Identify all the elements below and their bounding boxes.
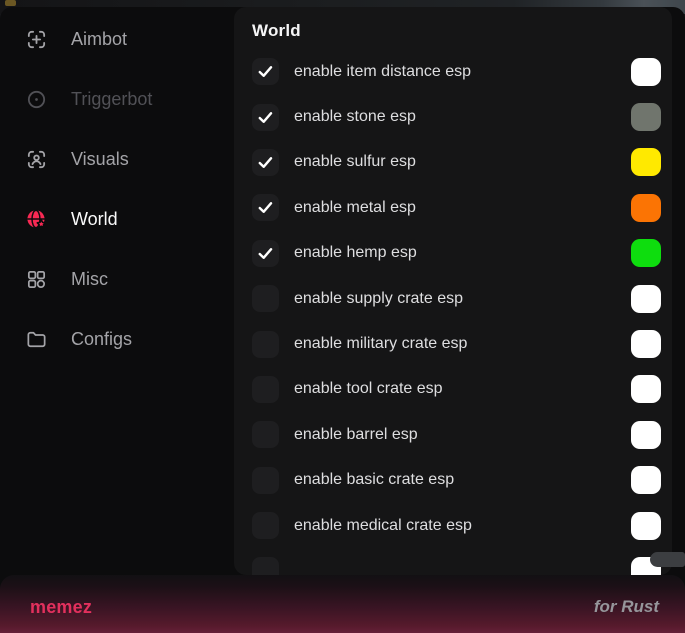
option-checkbox[interactable] [252, 104, 279, 131]
misc-grid-icon [25, 268, 48, 291]
color-swatch[interactable] [631, 466, 661, 494]
option-checkbox[interactable] [252, 149, 279, 176]
checkmark-icon [258, 247, 273, 260]
sidebar-item-label: Visuals [71, 149, 129, 170]
tagline-text: for Rust [594, 597, 659, 617]
color-swatch[interactable] [631, 194, 661, 222]
sidebar-item-misc[interactable]: Misc [0, 249, 234, 309]
option-row: enable basic crate esp [252, 458, 672, 503]
option-label: enable barrel esp [294, 426, 631, 444]
option-row: enable sulfur esp [252, 140, 672, 185]
color-swatch[interactable] [631, 148, 661, 176]
sidebar-item-triggerbot[interactable]: Triggerbot [0, 69, 234, 129]
checkmark-icon [258, 65, 273, 78]
triggerbot-scope-icon [25, 88, 48, 111]
option-row: enable hemp esp [252, 231, 672, 276]
checkmark-icon [258, 201, 273, 214]
option-checkbox[interactable] [252, 557, 279, 575]
sidebar-item-aimbot[interactable]: Aimbot [0, 9, 234, 69]
option-checkbox[interactable] [252, 285, 279, 312]
option-checkbox[interactable] [252, 58, 279, 85]
visuals-scan-icon [25, 148, 48, 171]
scrollbar-thumb[interactable] [650, 552, 685, 567]
sidebar-item-visuals[interactable]: Visuals [0, 129, 234, 189]
sidebar-item-world[interactable]: World [0, 189, 234, 249]
option-label: enable metal esp [294, 199, 631, 217]
color-swatch[interactable] [631, 421, 661, 449]
color-swatch[interactable] [631, 375, 661, 403]
background-speck [5, 0, 16, 6]
world-panel: World enable item distance esp enable st… [234, 7, 672, 575]
color-swatch[interactable] [631, 285, 661, 313]
panel-title: World [252, 21, 672, 41]
option-row: enable item distance esp [252, 49, 672, 94]
color-swatch[interactable] [631, 58, 661, 86]
option-label: enable military crate esp [294, 335, 631, 353]
option-label: enable item distance esp [294, 63, 631, 81]
sidebar-item-label: Aimbot [71, 29, 127, 50]
checkmark-icon [258, 111, 273, 124]
option-row [252, 548, 672, 575]
option-row: enable supply crate esp [252, 276, 672, 321]
option-label: enable tool crate esp [294, 380, 631, 398]
sidebar-item-label: Configs [71, 329, 132, 350]
sidebar-item-label: World [71, 209, 118, 230]
option-checkbox[interactable] [252, 240, 279, 267]
option-row: enable medical crate esp [252, 503, 672, 548]
footer-bar: memez for Rust [0, 575, 685, 633]
color-swatch[interactable] [631, 239, 661, 267]
configs-folder-icon [25, 328, 48, 351]
option-row: enable tool crate esp [252, 367, 672, 412]
cheat-menu-window: Aimbot Triggerbot Visuals World Misc Con… [0, 7, 685, 633]
option-label: enable basic crate esp [294, 471, 631, 489]
option-row: enable military crate esp [252, 321, 672, 366]
option-checkbox[interactable] [252, 512, 279, 539]
brand-text: memez [30, 597, 92, 618]
option-row: enable metal esp [252, 185, 672, 230]
option-checkbox[interactable] [252, 421, 279, 448]
option-label: enable sulfur esp [294, 153, 631, 171]
sidebar-item-configs[interactable]: Configs [0, 309, 234, 369]
checkmark-icon [258, 156, 273, 169]
option-label: enable hemp esp [294, 244, 631, 262]
option-row: enable barrel esp [252, 412, 672, 457]
sidebar-item-label: Misc [71, 269, 108, 290]
sidebar-item-label: Triggerbot [71, 89, 152, 110]
option-checkbox[interactable] [252, 376, 279, 403]
aimbot-crosshair-icon [25, 28, 48, 51]
option-row: enable stone esp [252, 94, 672, 139]
option-list: enable item distance esp enable stone es… [252, 49, 672, 575]
option-label: enable supply crate esp [294, 290, 631, 308]
color-swatch[interactable] [631, 103, 661, 131]
sidebar: Aimbot Triggerbot Visuals World Misc Con… [0, 7, 234, 369]
option-label: enable medical crate esp [294, 517, 631, 535]
world-globe-icon [25, 208, 48, 231]
screen: Aimbot Triggerbot Visuals World Misc Con… [0, 0, 685, 633]
option-checkbox[interactable] [252, 467, 279, 494]
option-checkbox[interactable] [252, 331, 279, 358]
option-label: enable stone esp [294, 108, 631, 126]
color-swatch[interactable] [631, 512, 661, 540]
option-checkbox[interactable] [252, 194, 279, 221]
color-swatch[interactable] [631, 330, 661, 358]
